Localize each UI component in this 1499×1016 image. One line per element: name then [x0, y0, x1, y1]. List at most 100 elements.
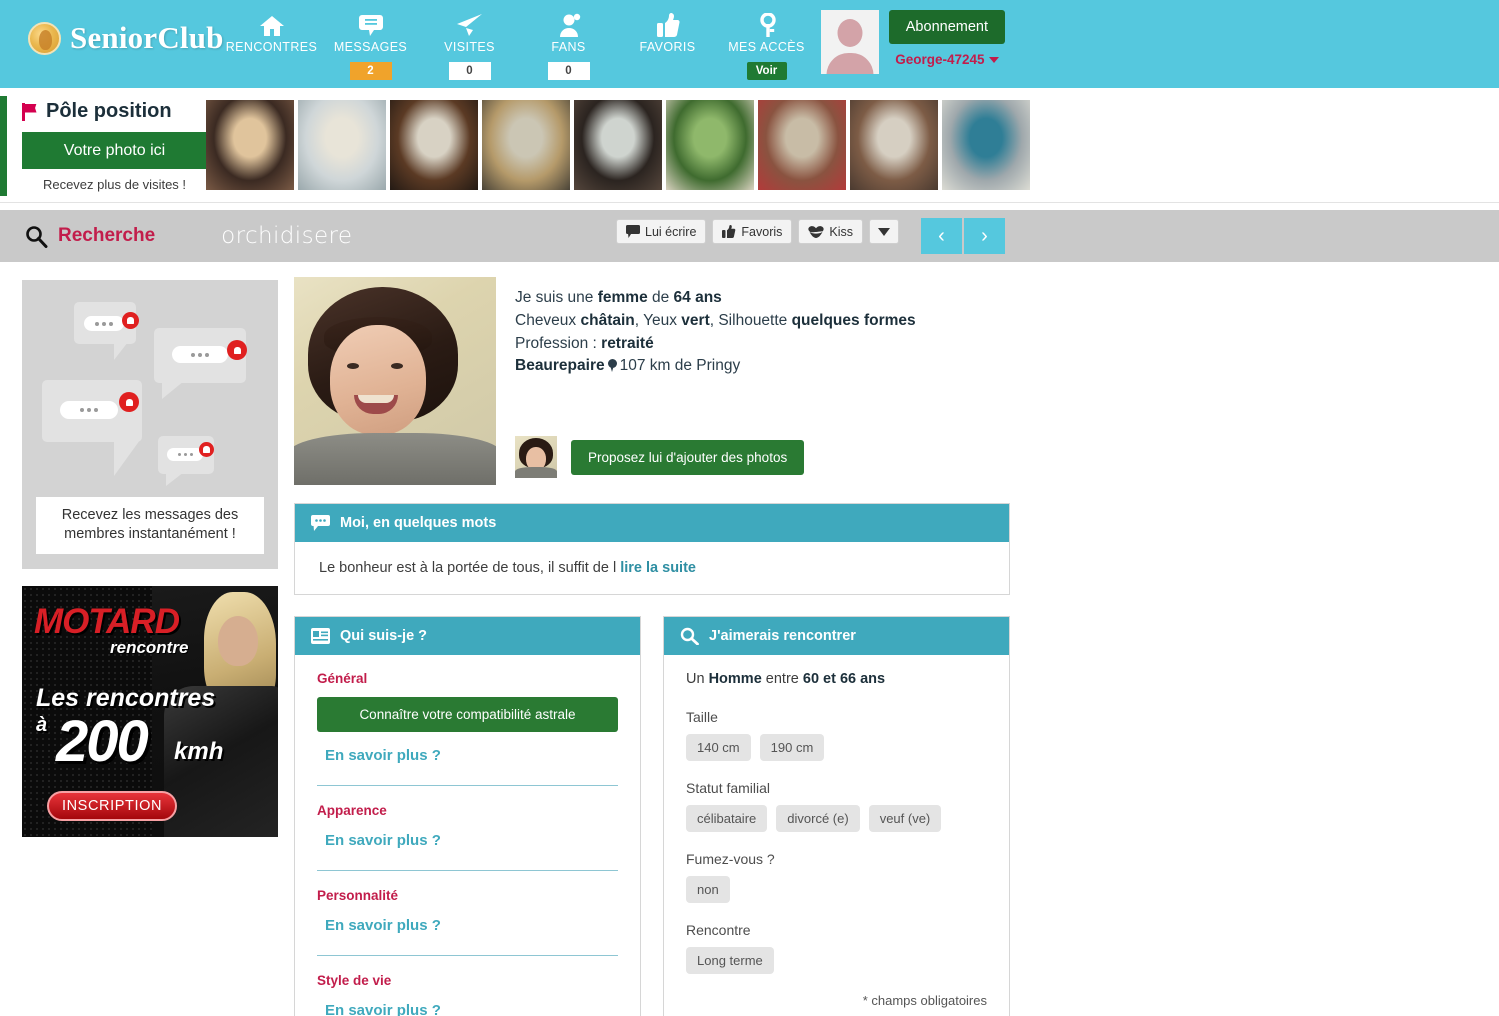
message-icon: [626, 225, 640, 238]
fans-badge: 0: [547, 62, 590, 80]
kiss-button[interactable]: Kiss: [798, 219, 864, 244]
field-rencontre: Rencontre Long terme: [686, 922, 987, 974]
detail-cards-row: Qui suis-je ? Général Connaître votre co…: [294, 616, 1010, 1016]
member-thumb-3[interactable]: [390, 100, 478, 190]
motard-ad-banner[interactable]: MOTARD rencontre Les rencontres à 200 km…: [22, 586, 278, 837]
write-button[interactable]: Lui écrire: [616, 219, 707, 244]
chip: 140 cm: [686, 734, 751, 761]
left-sidebar: Recevez les messages des membres instant…: [22, 280, 278, 837]
username-label: George-47245: [895, 52, 985, 67]
user-avatar[interactable]: [820, 10, 879, 74]
nav-item-mes-acces[interactable]: MES ACCÈS Voir: [717, 8, 816, 80]
about-me-text: Le bonheur est à la portée de tous, il s…: [295, 542, 1009, 594]
top-navigation-bar: SeniorClub RENCONTRES MESSAGES 2 VISITES…: [0, 0, 1499, 88]
bell-icon: [227, 340, 247, 360]
field-fumez-vous: Fumez-vous ? non: [686, 851, 987, 903]
profile-summary: Je suis une femme de 64 ans Cheveux chât…: [294, 277, 1010, 485]
required-fields-note: * champs obligatoires: [862, 993, 987, 1008]
chips-fumeur: non: [686, 876, 987, 903]
chat-bubble-icon: [311, 515, 330, 531]
ad-big-number: 200: [56, 709, 149, 774]
divider: [317, 955, 618, 956]
brand-logo[interactable]: SeniorClub: [28, 20, 224, 56]
key-icon: [717, 8, 816, 38]
read-more-link[interactable]: lire la suite: [620, 560, 696, 576]
nav-item-favoris[interactable]: FAVORIS: [618, 8, 717, 80]
more-actions-dropdown[interactable]: [869, 219, 900, 244]
who-am-i-title: Qui suis-je ?: [340, 628, 428, 644]
about-me-title: Moi, en quelques mots: [340, 515, 497, 531]
learn-more-link-personnalite[interactable]: En savoir plus ?: [317, 914, 618, 937]
text: Profession :: [515, 334, 602, 352]
section-title: Style de vie: [317, 973, 392, 988]
member-thumb-5[interactable]: [574, 100, 662, 190]
text: , Silhouette: [709, 311, 792, 329]
who-am-i-body: Général Connaître votre compatibilité as…: [295, 655, 640, 1016]
member-thumb-7[interactable]: [758, 100, 846, 190]
chip: divorcé (e): [776, 805, 860, 832]
previous-profile-button[interactable]: ‹: [921, 218, 962, 254]
member-thumb-4[interactable]: [482, 100, 570, 190]
gender-value: femme: [597, 289, 648, 306]
profession-value: retraité: [601, 334, 654, 352]
ad-inscription-button[interactable]: INSCRIPTION: [47, 791, 177, 821]
field-label: Statut familial: [686, 780, 771, 796]
member-thumb-2[interactable]: [298, 100, 386, 190]
silhouette-value: quelques formes: [791, 311, 916, 329]
nav-item-rencontres[interactable]: RENCONTRES: [222, 8, 321, 80]
map-pin-icon: [607, 359, 617, 373]
your-photo-here-button[interactable]: Votre photo ici: [22, 132, 207, 169]
looking-for-card: J'aimerais rencontrer Un Homme entre 60 …: [663, 616, 1010, 1016]
profile-thumbnail[interactable]: [515, 436, 557, 479]
propose-photos-button[interactable]: Proposez lui d'ajouter des photos: [571, 439, 805, 475]
nav-item-messages[interactable]: MESSAGES 2: [321, 8, 420, 80]
profile-details: Je suis une femme de 64 ans Cheveux chât…: [496, 277, 916, 485]
instant-messages-promo[interactable]: Recevez les messages des membres instant…: [22, 280, 278, 569]
chip: célibataire: [686, 805, 768, 832]
profile-line-gender-age: Je suis une femme de 64 ans: [515, 287, 916, 310]
astral-compatibility-button[interactable]: Connaître votre compatibilité astrale: [317, 697, 618, 732]
speech-bubble-icon: [321, 8, 420, 38]
home-icon: [222, 8, 321, 38]
chip: 190 cm: [759, 734, 825, 761]
learn-more-link-style[interactable]: En savoir plus ?: [317, 999, 618, 1016]
chip: non: [686, 876, 730, 903]
username-menu[interactable]: George-47245: [895, 52, 999, 67]
about-me-header: Moi, en quelques mots: [295, 504, 1009, 542]
divider: [317, 870, 618, 871]
kiss-button-label: Kiss: [829, 224, 854, 239]
member-thumb-1[interactable]: [206, 100, 294, 190]
ad-unit: kmh: [174, 738, 224, 765]
pole-position-title: Pôle position: [22, 100, 207, 123]
search-link[interactable]: Recherche: [25, 225, 155, 248]
favorite-button-label: Favoris: [741, 224, 783, 239]
nav-label: RENCONTRES: [225, 40, 318, 54]
propose-photos-row: Proposez lui d'ajouter des photos: [515, 436, 916, 479]
learn-more-link-general[interactable]: En savoir plus ?: [317, 744, 618, 767]
section-title: Personnalité: [317, 888, 399, 903]
about-me-card: Moi, en quelques mots Le bonheur est à l…: [294, 503, 1010, 595]
profile-handle: orchidisere: [221, 223, 353, 249]
page-root: SeniorClub RENCONTRES MESSAGES 2 VISITES…: [0, 0, 1499, 1016]
chip: veuf (ve): [868, 805, 942, 832]
member-thumb-8[interactable]: [850, 100, 938, 190]
favorite-button[interactable]: Favoris: [712, 219, 793, 244]
who-am-i-card: Qui suis-je ? Général Connaître votre co…: [294, 616, 641, 1016]
profile-photo[interactable]: [294, 277, 496, 485]
member-thumb-6[interactable]: [666, 100, 754, 190]
next-profile-button[interactable]: ›: [964, 218, 1005, 254]
looking-for-title: J'aimerais rencontrer: [709, 628, 856, 644]
section-personnalite: Personnalité En savoir plus ?: [317, 888, 618, 937]
user-plus-icon: [519, 8, 618, 38]
mes-acces-badge[interactable]: Voir: [746, 62, 787, 80]
nav-item-fans[interactable]: FANS 0: [519, 8, 618, 80]
member-thumbnail-strip: [206, 100, 1030, 190]
field-label: Rencontre: [686, 922, 751, 938]
lips-icon: [808, 225, 825, 238]
learn-more-link-apparence[interactable]: En savoir plus ?: [317, 829, 618, 852]
subscribe-button[interactable]: Abonnement: [888, 10, 1005, 44]
field-label: Fumez-vous ?: [686, 851, 775, 867]
member-thumb-9[interactable]: [942, 100, 1030, 190]
nav-item-visites[interactable]: VISITES 0: [420, 8, 519, 80]
bell-icon: [119, 392, 139, 412]
